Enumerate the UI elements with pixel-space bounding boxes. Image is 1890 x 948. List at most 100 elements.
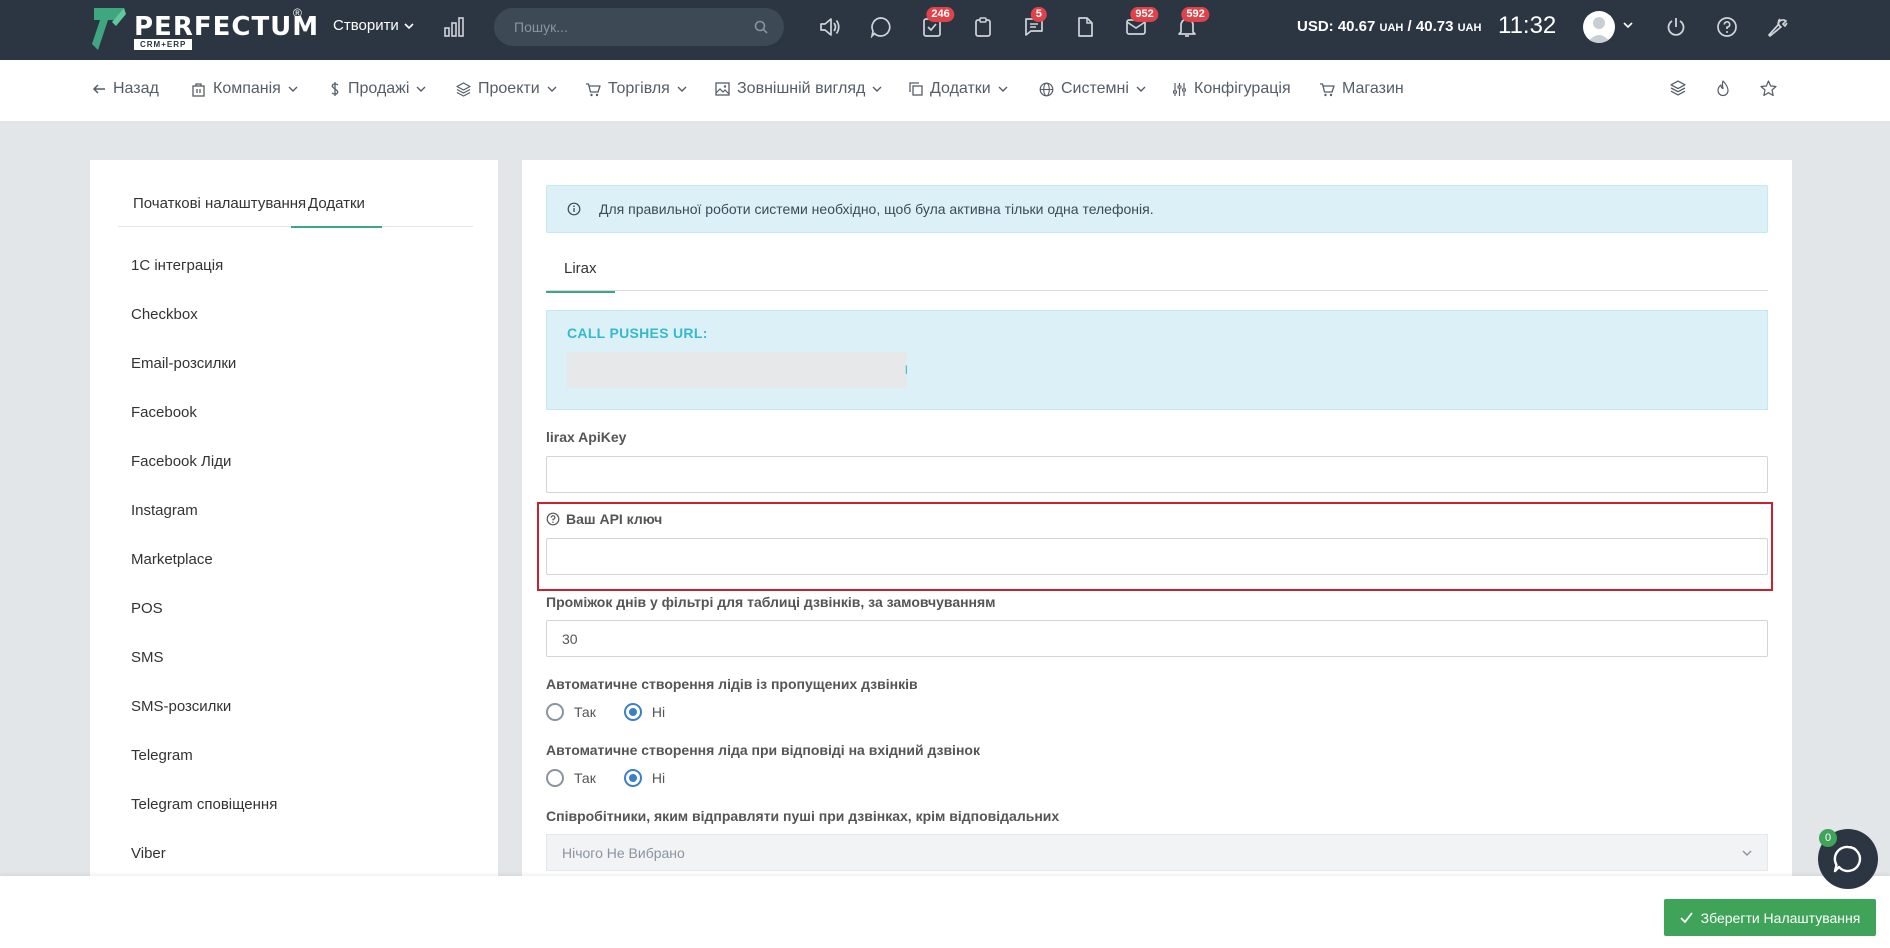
chevron-down-icon [288, 86, 298, 92]
chevron-down-icon [547, 86, 557, 92]
sidebar-item-facebook[interactable]: Facebook [131, 404, 197, 421]
sidebar-item-email[interactable]: Email-розсилки [131, 355, 236, 372]
megaphone-icon [820, 18, 840, 36]
mail-button[interactable]: 952 [1123, 7, 1159, 40]
create-dropdown[interactable]: Створити [333, 17, 414, 34]
brand-registered-mark: ® [293, 6, 302, 20]
auto-missed-label: Автоматичне створення лідів із пропущени… [546, 676, 918, 692]
call-pushes-label: CALL PUSHES URL: [567, 325, 708, 341]
call-pushes-url[interactable] [567, 352, 907, 388]
sidebar-item-1c[interactable]: 1С інтеграція [131, 257, 223, 274]
check-icon [1680, 912, 1693, 923]
sidebar-item-checkbox[interactable]: Checkbox [131, 306, 198, 323]
tab-lirax[interactable]: Lirax [546, 260, 615, 293]
sidebar-item-marketplace[interactable]: Marketplace [131, 551, 213, 568]
notifications-badge: 592 [1181, 7, 1210, 22]
help-button[interactable] [1714, 14, 1740, 40]
sidebar-item-sms[interactable]: SMS [131, 649, 164, 666]
search-icon[interactable] [754, 20, 768, 34]
sidebar-item-viber[interactable]: Viber [131, 845, 166, 862]
announcements-button[interactable] [817, 14, 843, 40]
sidebar-item-sms-mailing[interactable]: SMS-розсилки [131, 698, 231, 715]
top-bar: PERFECTUM ® CRM+ERP Створити 246 5 952 [0, 0, 1890, 60]
nav-config[interactable]: Конфігурація [1172, 80, 1291, 98]
currency-rates: USD: 40.67 UAH / 40.73 UAH [1297, 18, 1481, 35]
globe-icon [1039, 82, 1054, 96]
brand-logo[interactable]: PERFECTUM ® CRM+ERP [90, 6, 318, 52]
nav-shop[interactable]: Магазин [1319, 80, 1404, 98]
nav-company[interactable]: Компанія [191, 80, 298, 98]
auto-missed-no-radio[interactable] [623, 703, 642, 721]
nav-sales-label: Продажі [348, 80, 410, 97]
nav-addons[interactable]: Додатки [909, 80, 1008, 98]
messages-badge: 5 [1030, 7, 1047, 22]
avatar[interactable] [1583, 11, 1615, 43]
auto-missed-yes-radio[interactable] [546, 703, 564, 721]
settings-button[interactable] [1765, 14, 1791, 40]
days-filter-input[interactable] [546, 620, 1768, 657]
search-box[interactable] [494, 8, 784, 46]
nav-company-label: Компанія [213, 80, 281, 97]
auto-answer-yes-radio[interactable] [546, 769, 564, 787]
sliders-icon [1173, 82, 1186, 96]
nav-projects[interactable]: Проекти [456, 80, 557, 98]
copy-icon [909, 82, 923, 96]
nav-system[interactable]: Системні [1039, 80, 1146, 98]
sidebar-item-pos[interactable]: POS [131, 600, 163, 617]
tab-addons[interactable]: Додатки [291, 195, 382, 228]
chevron-down-icon [404, 22, 414, 29]
auto-answer-radio-group: Так Ні [546, 769, 693, 787]
your-api-key-input[interactable] [546, 538, 1768, 575]
documents-button[interactable] [1072, 14, 1098, 40]
info-icon [567, 202, 581, 216]
nav-back[interactable]: Назад [92, 80, 159, 98]
logout-button[interactable] [1663, 14, 1689, 40]
brand-subtitle: CRM+ERP [134, 39, 193, 50]
question-icon[interactable] [546, 512, 560, 526]
sidebar-item-instagram[interactable]: Instagram [131, 502, 198, 519]
save-settings-button[interactable]: Зберегти Налаштування [1664, 899, 1876, 936]
employees-select[interactable]: Нічого Не Вибрано [546, 834, 1768, 871]
auto-answer-yes-label[interactable]: Так [574, 770, 596, 786]
cart-icon [586, 82, 601, 96]
messages-button[interactable]: 5 [1021, 7, 1047, 40]
auto-missed-yes-label[interactable]: Так [574, 704, 596, 720]
currency-separator: / 40.73 [1403, 18, 1458, 35]
tasks-badge: 246 [926, 7, 955, 22]
fire-icon[interactable] [1716, 80, 1730, 97]
power-icon [1667, 18, 1685, 36]
nav-appearance[interactable]: Зовнішній вигляд [715, 80, 882, 98]
auto-answer-no-label[interactable]: Ні [652, 770, 665, 786]
notifications-button[interactable]: 592 [1174, 7, 1210, 40]
mail-badge: 952 [1130, 7, 1159, 22]
brand-name: PERFECTUM [134, 12, 320, 42]
nav-sales[interactable]: Продажі [329, 80, 426, 98]
settings-sidebar: Початкові налаштування Додатки 1С інтегр… [90, 160, 498, 880]
sidebar-item-facebook-leads[interactable]: Facebook Ліди [131, 453, 231, 470]
user-icon [1587, 17, 1611, 43]
sidebar-item-telegram[interactable]: Telegram [131, 747, 193, 764]
chevron-down-icon[interactable] [1623, 20, 1633, 30]
nav-trade-label: Торгівля [608, 80, 670, 97]
lirax-apikey-input[interactable] [546, 456, 1768, 493]
chevron-down-icon [1742, 850, 1752, 856]
currency-usd: USD: 40.67 [1297, 18, 1376, 35]
bar-chart-icon[interactable] [443, 16, 465, 38]
chat-button[interactable] [868, 14, 894, 40]
nav-addons-label: Додатки [930, 80, 991, 97]
nav-trade[interactable]: Торгівля [585, 80, 687, 98]
nav-back-label: Назад [113, 80, 159, 97]
clock: 11:32 [1498, 12, 1557, 39]
search-input[interactable] [494, 8, 784, 46]
clipboard-button[interactable] [970, 14, 996, 40]
sidebar-item-telegram-notifications[interactable]: Telegram сповіщення [131, 796, 277, 813]
create-label: Створити [333, 17, 399, 34]
auto-missed-no-label[interactable]: Ні [652, 704, 665, 720]
tab-initial-settings[interactable]: Початкові налаштування [133, 195, 306, 212]
bottom-action-bar: Зберегти Налаштування [0, 876, 1890, 948]
auto-answer-no-radio[interactable] [623, 769, 642, 787]
tasks-button[interactable]: 246 [919, 7, 955, 40]
settings-content: Для правильної роботи системи необхідно,… [522, 160, 1792, 880]
star-icon[interactable] [1760, 80, 1777, 97]
layers-icon[interactable] [1670, 80, 1686, 96]
